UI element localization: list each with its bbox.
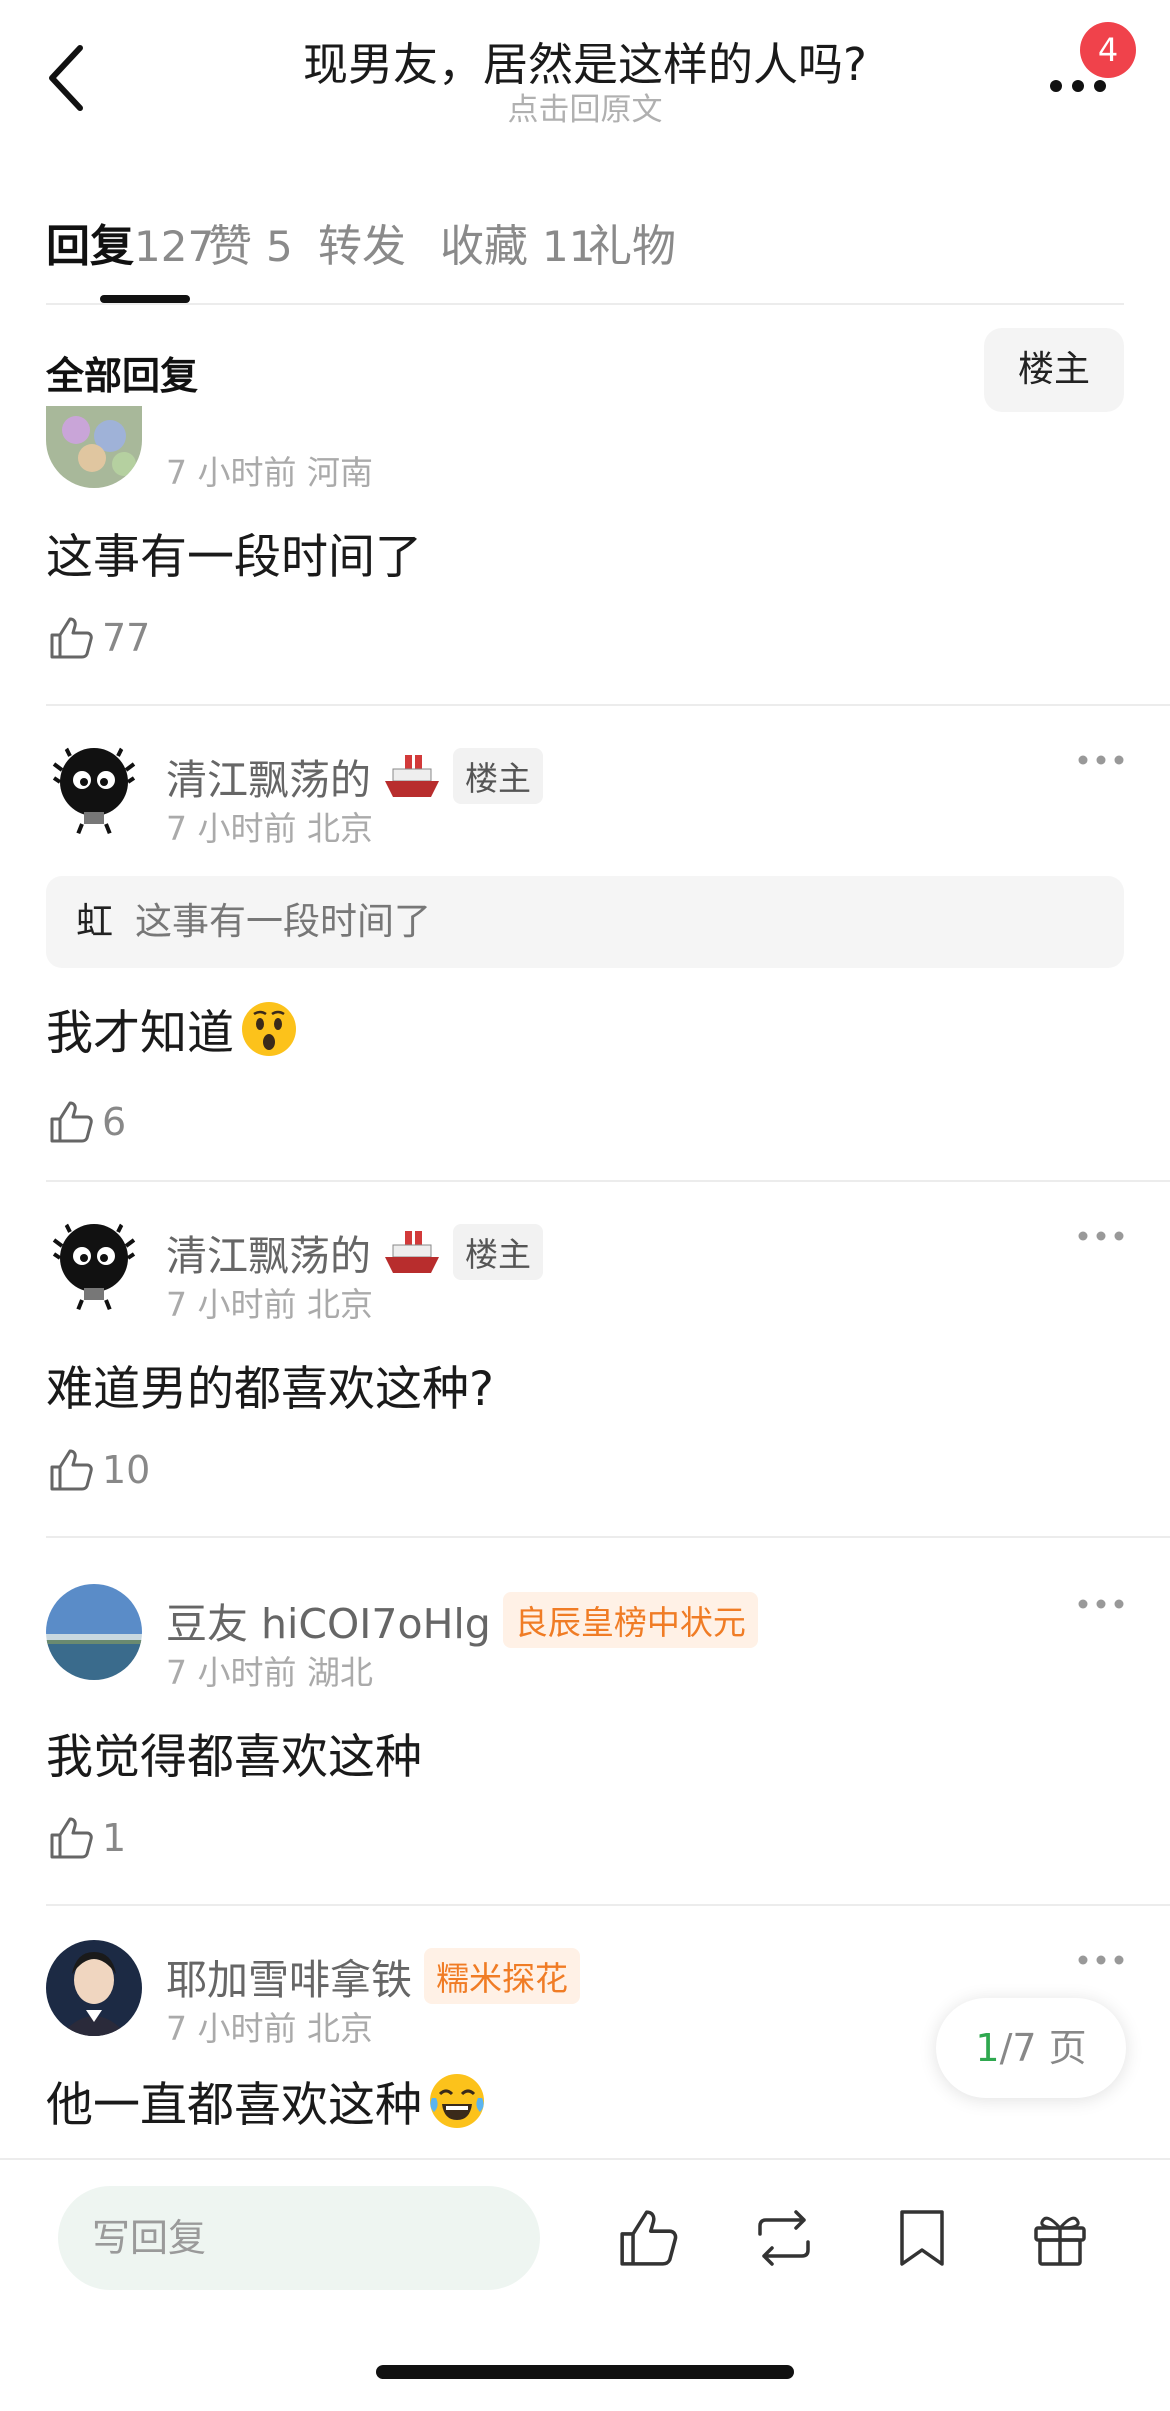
thumbs-up-icon <box>50 617 93 659</box>
active-tab-indicator <box>100 295 190 303</box>
comment-meta: 7 小时前 北京 <box>166 1285 373 1324</box>
ship-icon <box>385 1231 439 1273</box>
username[interactable]: 清江飘荡的 <box>166 746 371 806</box>
comment-more-icon[interactable] <box>1076 1226 1126 1246</box>
tab-replies[interactable]: 回复127 <box>46 210 214 274</box>
honor-tag: 良辰皇榜中状元 <box>502 1592 758 1648</box>
op-tag: 楼主 <box>453 748 543 804</box>
divider <box>46 1180 1170 1182</box>
back-icon[interactable] <box>40 40 100 116</box>
divider <box>46 704 1170 706</box>
like-button[interactable]: 10 <box>46 1442 150 1498</box>
tab-gifts[interactable]: 礼物 <box>588 210 676 274</box>
notification-badge: 4 <box>1080 22 1136 78</box>
divider <box>46 1904 1170 1906</box>
comment-meta: 7 小时前 河南 <box>166 453 373 492</box>
comment-meta: 7 小时前 北京 <box>166 2009 373 2048</box>
like-button[interactable]: 77 <box>46 610 150 666</box>
reply-input[interactable]: 写回复 <box>58 2186 540 2290</box>
like-button[interactable]: 6 <box>46 1094 126 1150</box>
thumbs-up-icon <box>50 1101 93 1143</box>
comment-more-icon[interactable] <box>1076 1950 1126 1970</box>
section-title: 全部回复 <box>46 354 199 398</box>
divider <box>46 1536 1170 1538</box>
back-to-original-link[interactable]: 点击回原文 <box>200 84 970 129</box>
tab-reposts[interactable]: 转发 <box>318 210 406 274</box>
bookmark-icon[interactable] <box>888 2204 956 2272</box>
like-button[interactable]: 1 <box>46 1810 126 1866</box>
repost-icon[interactable] <box>750 2204 818 2272</box>
home-indicator[interactable] <box>376 2365 794 2379</box>
avatar[interactable] <box>46 406 142 488</box>
avatar[interactable] <box>46 1940 142 2036</box>
comment-content: 他一直都喜欢这种 <box>46 2066 486 2135</box>
op-tag: 楼主 <box>453 1224 543 1280</box>
gift-icon[interactable] <box>1026 2204 1094 2272</box>
like-icon[interactable] <box>614 2204 682 2272</box>
thumbs-up-icon <box>50 1449 93 1491</box>
honor-tag: 糯米探花 <box>424 1948 580 2004</box>
comment-content: 我才知道 <box>46 994 298 1063</box>
username[interactable]: 耶加雪啡拿铁 <box>166 1946 412 2006</box>
comment-content: 难道男的都喜欢这种? <box>46 1362 494 1417</box>
username[interactable]: 清江飘荡的 <box>166 1222 371 1282</box>
ship-icon <box>385 755 439 797</box>
tears-of-joy-emoji-icon <box>430 2073 484 2128</box>
comment-more-icon[interactable] <box>1076 1594 1126 1614</box>
page-indicator[interactable]: 1/7 页 <box>936 1998 1126 2098</box>
comment-content: 这事有一段时间了 <box>46 530 422 585</box>
tab-favorites[interactable]: 收藏 11 <box>440 210 595 274</box>
comment-content: 我觉得都喜欢这种 <box>46 1730 422 1785</box>
quoted-reply[interactable]: 虹这事有一段时间了 <box>46 876 1124 968</box>
surprised-emoji-icon <box>242 1001 296 1056</box>
comment-meta: 7 小时前 北京 <box>166 809 373 848</box>
comment-more-icon[interactable] <box>1076 750 1126 770</box>
avatar[interactable] <box>46 1216 142 1312</box>
username[interactable]: 豆友 hiCOI7oHlg <box>166 1590 491 1650</box>
avatar[interactable] <box>46 1584 142 1680</box>
tab-likes[interactable]: 赞 5 <box>208 210 293 274</box>
divider <box>46 303 1124 305</box>
op-only-filter-button[interactable]: 楼主 <box>984 328 1124 412</box>
tab-bar: 回复127 赞 5 转发 收藏 11 礼物 <box>46 200 1126 300</box>
thumbs-up-icon <box>50 1817 93 1859</box>
comment-meta: 7 小时前 湖北 <box>166 1653 373 1692</box>
avatar[interactable] <box>46 740 142 836</box>
nav-header: 现男友，居然是这样的人吗? 点击回原文 4 <box>0 0 1170 150</box>
